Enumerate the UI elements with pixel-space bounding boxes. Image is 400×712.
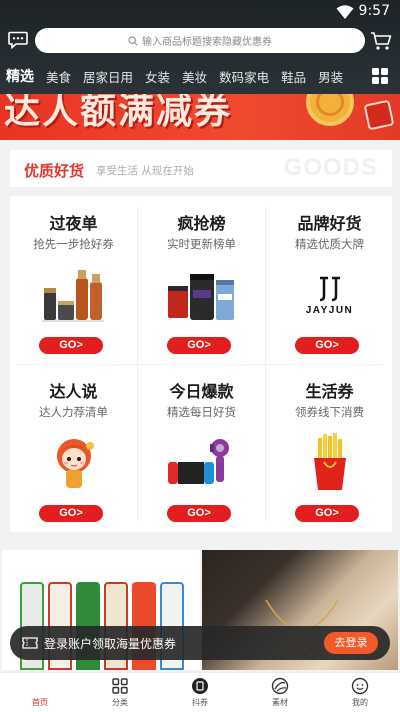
protein-tubs-image — [168, 274, 234, 320]
status-bar: 9:57 — [0, 0, 400, 24]
home-icon — [31, 677, 49, 695]
status-time: 9:57 — [358, 3, 390, 19]
feature-cards: 过夜单 抢先一步抢好券 GO> 疯抢榜 实时更新榜单 GO> 品牌好货 精选优质… — [10, 196, 392, 532]
card-subtitle: 领券线下消费 — [295, 405, 364, 419]
card-subtitle: 达人力荐清单 — [39, 405, 108, 419]
all-categories-icon[interactable] — [372, 68, 388, 84]
tab-label: 首页 — [32, 698, 48, 707]
card-life-coupons[interactable]: 生活券 领券线下消费 GO> — [266, 364, 393, 532]
search-icon — [128, 35, 138, 46]
jayjun-logo-image — [319, 276, 340, 302]
go-button[interactable]: GO> — [167, 505, 231, 522]
card-title: 生活券 — [305, 382, 354, 401]
category-icon — [112, 678, 128, 694]
tab-category-womens[interactable]: 女装 — [145, 67, 170, 86]
tab-category-beauty[interactable]: 美妆 — [182, 67, 207, 86]
section-subtitle: 享受生活 从现在开始 — [96, 165, 194, 177]
wifi-icon — [336, 5, 354, 19]
card-hot-ranking[interactable]: 疯抢榜 实时更新榜单 GO> — [138, 196, 265, 364]
go-button[interactable]: GO> — [295, 337, 359, 354]
card-subtitle: 精选优质大牌 — [295, 237, 364, 251]
card-title: 过夜单 — [49, 214, 98, 233]
card-daily-hits[interactable]: 今日爆款 精选每日好货 GO> — [138, 364, 265, 532]
tab-label: 我的 — [352, 698, 368, 707]
card-brand-goods[interactable]: 品牌好货 精选优质大牌 JAYJUN GO> — [266, 196, 393, 364]
tab-category-food[interactable]: 美食 — [46, 67, 71, 86]
search-placeholder: 输入商品标题搜索隐藏优惠券 — [142, 37, 272, 48]
card-expert-picks[interactable]: 达人说 达人力荐清单 GO> — [10, 364, 137, 532]
tab-category-shoes[interactable]: 鞋品 — [281, 67, 306, 86]
go-button[interactable]: GO> — [39, 505, 103, 522]
tab-category[interactable]: 分类 — [80, 673, 160, 712]
tab-coupons[interactable]: 抖券 — [160, 673, 240, 712]
card-subtitle: 精选每日好货 — [167, 405, 236, 419]
card-title: 达人说 — [49, 382, 98, 401]
card-overnight[interactable]: 过夜单 抢先一步抢好券 GO> — [10, 196, 137, 364]
coupon-icon — [192, 678, 208, 694]
tab-home[interactable]: 首页 — [0, 673, 80, 712]
tab-label: 抖券 — [192, 698, 208, 707]
material-icon — [271, 677, 289, 695]
tab-label: 分类 — [112, 698, 128, 707]
top-header: 9:57 输入商品标题搜索隐藏优惠券 精选 美食 居家日用 女装 美妆 数码家电… — [0, 0, 400, 94]
skincare-bottles-image — [42, 270, 104, 322]
card-title: 疯抢榜 — [177, 214, 226, 233]
tab-category-mens[interactable]: 男装 — [318, 67, 343, 86]
quality-goods-header: 优质好货 享受生活 从现在开始 GOODS — [10, 150, 392, 187]
section-title: 优质好货 — [24, 162, 85, 180]
bottom-tab-bar: 首页 分类 抖券 素材 我的 — [0, 672, 400, 712]
promo-banner[interactable]: 达人额满减券 — [0, 94, 400, 140]
toast-text: 登录账户领取海量优惠券 — [44, 637, 177, 651]
login-toast[interactable]: 登录账户领取海量优惠券 去登录 — [10, 626, 390, 660]
console-and-dryer-image — [168, 439, 229, 484]
search-input[interactable]: 输入商品标题搜索隐藏优惠券 — [35, 28, 365, 53]
cart-icon[interactable] — [370, 31, 392, 51]
message-icon[interactable] — [8, 31, 28, 49]
tab-category-home[interactable]: 居家日用 — [83, 67, 133, 86]
card-subtitle: 实时更新榜单 — [167, 237, 236, 251]
tab-category-featured[interactable]: 精选 — [6, 66, 34, 86]
tab-profile[interactable]: 我的 — [320, 673, 400, 712]
card-subtitle: 抢先一步抢好券 — [33, 237, 114, 251]
login-button[interactable]: 去登录 — [324, 632, 378, 654]
section-bg-text: GOODS — [283, 154, 378, 181]
girl-mascot-image — [57, 439, 94, 488]
card-title: 今日爆款 — [169, 382, 234, 401]
app-root: 9:57 输入商品标题搜索隐藏优惠券 精选 美食 居家日用 女装 美妆 数码家电… — [0, 0, 400, 712]
tab-materials[interactable]: 素材 — [240, 673, 320, 712]
french-fries-image — [314, 433, 346, 490]
go-button[interactable]: GO> — [167, 337, 231, 354]
profile-icon — [351, 677, 369, 695]
ticket-icon — [363, 99, 395, 131]
tab-category-digital[interactable]: 数码家电 — [219, 67, 269, 86]
brand-name: JAYJUN — [305, 305, 354, 316]
go-button[interactable]: GO> — [39, 337, 103, 354]
banner-text: 达人额满减券 — [4, 94, 233, 132]
category-tabs: 精选 美食 居家日用 女装 美妆 数码家电 鞋品 男装 — [0, 64, 360, 88]
go-button[interactable]: GO> — [295, 505, 359, 522]
card-title: 品牌好货 — [297, 214, 362, 233]
tab-label: 素材 — [272, 698, 288, 707]
coupon-icon — [22, 637, 38, 649]
